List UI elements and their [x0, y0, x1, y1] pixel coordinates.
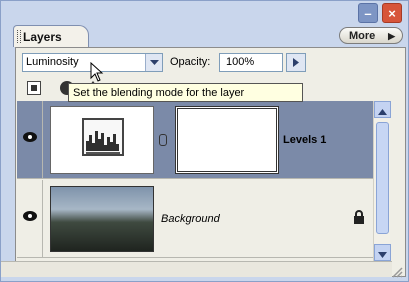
- blend-mode-value: Luminosity: [26, 56, 79, 68]
- layer-name: Levels 1: [283, 134, 327, 146]
- scroll-down-icon[interactable]: [374, 244, 391, 261]
- mouse-pointer-icon: [90, 62, 104, 82]
- opacity-slider-button[interactable]: [286, 53, 306, 72]
- tooltip: Set the blending mode for the layer: [68, 83, 303, 102]
- layer-mask-thumbnail[interactable]: [175, 106, 279, 174]
- tab-layers[interactable]: Layers: [13, 25, 89, 47]
- play-arrow-icon: ▶: [388, 31, 395, 41]
- scroll-thumb[interactable]: [376, 122, 389, 234]
- opacity-label: Opacity:: [170, 56, 211, 68]
- chevron-down-icon[interactable]: [145, 54, 162, 71]
- panel-footer: [1, 261, 392, 277]
- grip-icon[interactable]: [17, 30, 21, 43]
- tab-row: Layers More ▶: [1, 25, 408, 47]
- histogram-icon: [82, 118, 124, 156]
- layers-window: – × Layers More ▶ Luminosity Opacity: 10…: [0, 0, 409, 282]
- background-thumbnail[interactable]: [50, 186, 154, 252]
- layer-list: Levels 1 Background: [17, 101, 385, 261]
- layer-name: Background: [161, 213, 220, 225]
- minimize-icon[interactable]: –: [358, 3, 378, 23]
- more-button[interactable]: More ▶: [339, 27, 403, 44]
- vertical-scrollbar[interactable]: [373, 101, 391, 261]
- eye-icon: [23, 132, 37, 142]
- close-icon[interactable]: ×: [382, 3, 402, 23]
- visibility-toggle[interactable]: [17, 101, 43, 179]
- visibility-toggle[interactable]: [17, 180, 43, 258]
- opacity-input[interactable]: 100%: [219, 53, 283, 72]
- adjustment-thumbnail[interactable]: [50, 106, 154, 174]
- titlebar: – ×: [1, 1, 408, 25]
- link-icon[interactable]: [159, 134, 167, 146]
- lock-icon: [353, 210, 365, 229]
- tooltip-text: Set the blending mode for the layer: [73, 87, 245, 99]
- layer-row-background[interactable]: Background: [17, 180, 385, 258]
- lock-transparency-icon[interactable]: [27, 81, 41, 95]
- eye-icon: [23, 211, 37, 221]
- more-label: More: [349, 30, 376, 42]
- layer-row-levels[interactable]: Levels 1: [17, 101, 385, 179]
- opacity-value: 100%: [226, 56, 255, 68]
- tab-label: Layers: [23, 30, 62, 44]
- scroll-up-icon[interactable]: [374, 101, 391, 118]
- resize-grip-icon[interactable]: [389, 264, 403, 278]
